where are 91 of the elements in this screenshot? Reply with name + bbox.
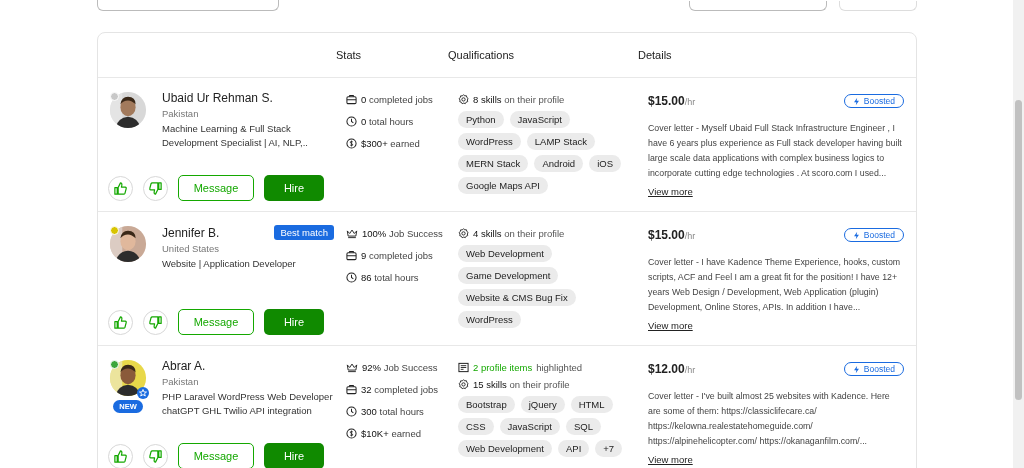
skill-tag[interactable]: Bootstrap bbox=[458, 396, 515, 413]
clock-icon bbox=[346, 116, 357, 127]
stat-text: 0 completed jobs bbox=[361, 94, 433, 105]
best-match-badge: Best match bbox=[274, 225, 334, 240]
skill-tag[interactable]: Game Development bbox=[458, 267, 559, 284]
briefcase-icon bbox=[346, 250, 357, 261]
skill-tag[interactable]: JavaScript bbox=[509, 111, 570, 128]
skill-tag[interactable]: Android bbox=[534, 155, 584, 172]
freelancer-name[interactable]: Jennifer B. bbox=[162, 225, 220, 240]
crown-icon bbox=[346, 362, 358, 373]
column-header: Stats bbox=[336, 49, 362, 61]
skill-tag[interactable]: Website & CMS Bug Fix bbox=[458, 289, 576, 306]
location-text: Pakistan bbox=[162, 376, 200, 387]
search-field[interactable] bbox=[97, 0, 279, 11]
thumbs-up-icon bbox=[113, 448, 128, 464]
skill-tag[interactable]: SQL bbox=[565, 418, 601, 435]
thumbs-up-button[interactable] bbox=[108, 175, 133, 201]
skill-tag[interactable]: MERN Stack bbox=[458, 155, 529, 172]
thumbs-up-icon bbox=[113, 180, 128, 196]
skill-tag[interactable]: JavaScript bbox=[499, 418, 560, 435]
skill-tag[interactable]: API bbox=[558, 440, 590, 457]
dollar-coin-icon bbox=[346, 138, 357, 149]
thumbs-up-button[interactable] bbox=[108, 309, 133, 335]
skill-tag[interactable]: CSS bbox=[458, 418, 494, 435]
hire-button[interactable]: Hire bbox=[264, 309, 324, 335]
hire-button[interactable]: Hire bbox=[264, 175, 324, 201]
hourly-rate: $15.00/hr bbox=[648, 228, 696, 242]
skill-tag[interactable]: iOS bbox=[589, 155, 621, 172]
thumbs-down-icon bbox=[148, 448, 163, 464]
skill-tag[interactable]: jQuery bbox=[520, 396, 565, 413]
skill-tag[interactable]: Google Maps API bbox=[458, 177, 548, 194]
skills-count-text: 15 skills on their profile bbox=[473, 379, 570, 390]
skill-tag[interactable]: +7 bbox=[595, 440, 623, 457]
profile-title: Website | Application Developer bbox=[162, 257, 297, 271]
avatar[interactable] bbox=[109, 359, 147, 397]
view-more-link[interactable]: View more bbox=[648, 186, 693, 197]
skill-tag[interactable]: WordPress bbox=[458, 311, 521, 328]
stat-text: $10K+ earned bbox=[361, 428, 421, 439]
dollar-coin-icon bbox=[346, 428, 357, 439]
thumbs-down-button[interactable] bbox=[143, 309, 168, 335]
freelancer-name[interactable]: Ubaid Ur Rehman S. bbox=[162, 91, 273, 105]
hourly-rate: $12.00/hr bbox=[648, 362, 696, 376]
stat-text: 0 total hours bbox=[361, 116, 414, 127]
stat-text: 92% Job Success bbox=[362, 362, 438, 373]
verified-badge-icon bbox=[137, 387, 149, 399]
stat-text: 300 total hours bbox=[361, 406, 424, 417]
stat-text: 9 completed jobs bbox=[361, 250, 433, 261]
highlight-text: highlighted bbox=[536, 362, 583, 373]
scrollbar[interactable] bbox=[1013, 0, 1024, 468]
skill-tag[interactable]: LAMP Stack bbox=[526, 133, 595, 150]
profile-title: PHP Laravel WordPress Web Developer chatGPT GHL Twilio API integration bbox=[162, 390, 334, 418]
cover-letter-text: Cover letter - Myself Ubaid Full Stack Infrastructure Engineer , I have 6 years plus experience as Full stack developer having built large scale data applications with complex business logics to incorporate cutting edge technologies . At scoro.com I used... bbox=[648, 122, 903, 180]
briefcase-icon bbox=[346, 384, 357, 395]
hire-button[interactable]: Hire bbox=[264, 443, 324, 468]
column-header: Details bbox=[638, 49, 672, 61]
clock-icon bbox=[346, 406, 357, 417]
column-header: Qualifications bbox=[448, 49, 515, 61]
sort-dropdown[interactable] bbox=[689, 1, 827, 11]
skills-count-text: 4 skills on their profile bbox=[473, 228, 565, 239]
skills-count-text: 8 skills on their profile bbox=[473, 94, 565, 105]
thumbs-down-button[interactable] bbox=[143, 443, 168, 468]
cover-letter-text: Cover letter - I have Kadence Theme Experience, hooks, custom scripts, ACF and Feel I am a great fit for the position! I have 12+ years Web Design / Development, Web Application (plugin) Development, Online Stores, APIs. In addition I have... bbox=[648, 256, 902, 314]
location-text: United States bbox=[162, 243, 221, 254]
stat-text: 86 total hours bbox=[361, 272, 419, 283]
skill-tag[interactable]: HTML bbox=[570, 396, 613, 413]
view-more-link[interactable]: View more bbox=[648, 454, 693, 465]
cover-letter-text: Cover letter - I've built almost 25 websites with Kadence. Here are some of them: https://classiclifecare.ca/ https://kelowna.realestatehomeguide.com/ https://alpinehelicopter.com/ https://okanaganfilm.com/... bbox=[648, 390, 891, 448]
stat-text: 100% Job Success bbox=[362, 228, 443, 239]
profile-title: Machine Learning & Full Stack Development Specialist | AI, NLP,.. bbox=[162, 122, 309, 150]
avatar[interactable] bbox=[109, 91, 147, 129]
thumbs-down-button[interactable] bbox=[143, 175, 168, 201]
crown-icon bbox=[346, 228, 358, 239]
view-more-link[interactable]: View more bbox=[648, 320, 693, 331]
skill-tag[interactable]: WordPress bbox=[458, 133, 521, 150]
clock-icon bbox=[346, 272, 357, 283]
skill-tag[interactable]: Web Development bbox=[458, 440, 552, 457]
scrollbar-thumb[interactable] bbox=[1015, 100, 1022, 400]
briefcase-icon bbox=[346, 94, 357, 105]
portfolio-icon bbox=[458, 362, 469, 373]
stat-text: $300+ earned bbox=[361, 138, 420, 149]
thumbs-up-icon bbox=[113, 314, 128, 330]
freelancer-name[interactable]: Abrar A. bbox=[162, 359, 206, 373]
stat-text: 32 completed jobs bbox=[361, 384, 439, 395]
thumbs-down-icon bbox=[148, 314, 163, 330]
hourly-rate: $15.00/hr bbox=[648, 94, 696, 108]
avatar[interactable] bbox=[109, 225, 147, 263]
skill-tag[interactable]: Web Development bbox=[458, 245, 552, 262]
thumbs-up-button[interactable] bbox=[108, 443, 133, 468]
thumbs-down-icon bbox=[148, 180, 163, 196]
skill-tag[interactable]: Python bbox=[458, 111, 504, 128]
location-text: Pakistan bbox=[162, 108, 200, 119]
